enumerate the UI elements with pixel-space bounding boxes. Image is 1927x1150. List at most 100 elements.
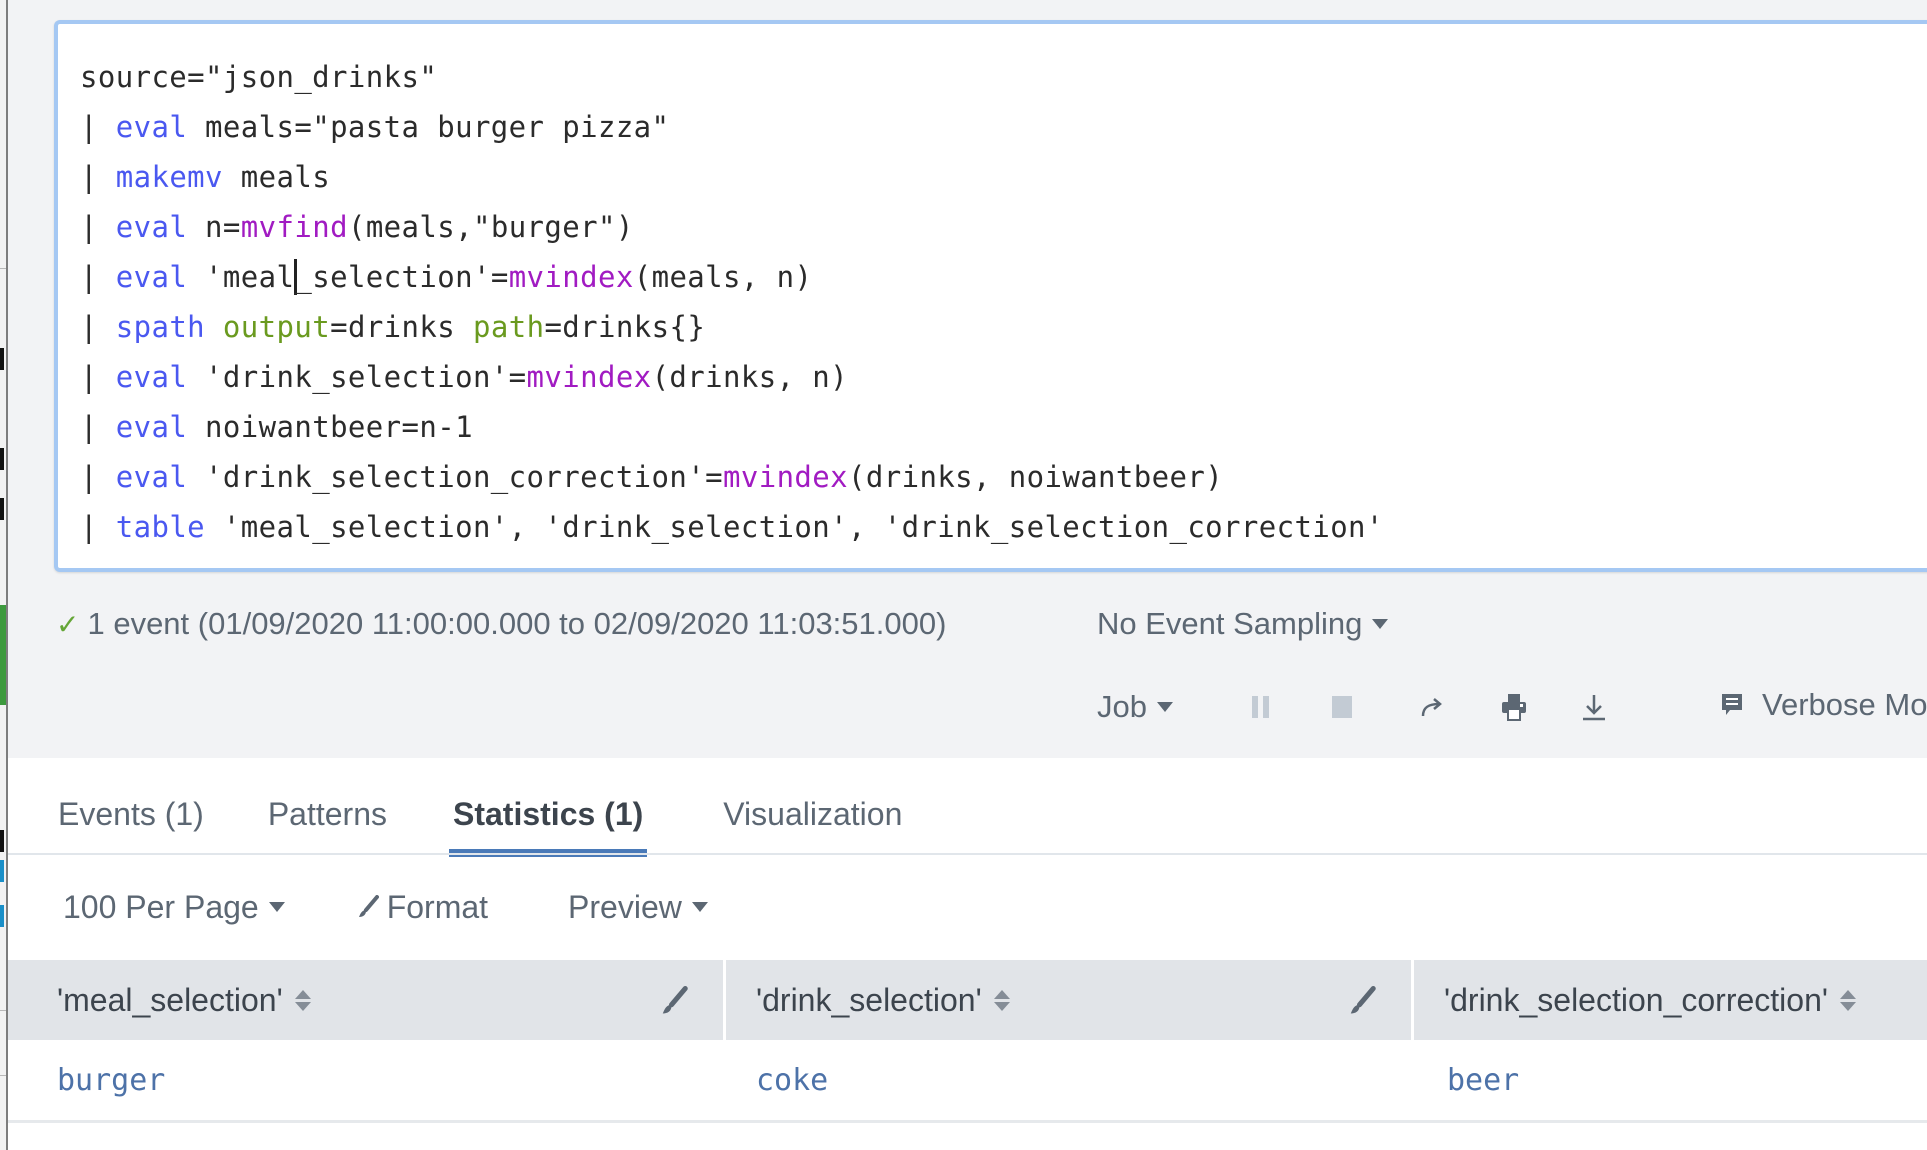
- query-text: [205, 310, 223, 344]
- query-text: |: [80, 510, 116, 544]
- table-cell[interactable]: beer: [1414, 1040, 1927, 1120]
- per-page-label: 100 Per Page: [63, 888, 259, 925]
- event-sampling-label: No Event Sampling: [1097, 606, 1363, 641]
- job-menu-button[interactable]: Job: [1097, 689, 1173, 725]
- query-line[interactable]: | eval 'meal_selection'=mvindex(meals, n…: [80, 252, 1384, 302]
- search-mode-label: Verbose Mode: [1762, 687, 1927, 722]
- tab-label: Events (1): [58, 795, 204, 832]
- query-text: =drinks{}: [544, 310, 706, 344]
- comment-icon: [1722, 694, 1742, 715]
- job-toolbar: Job: [1097, 682, 1173, 732]
- query-text: |: [80, 160, 116, 194]
- pause-button[interactable]: [1240, 684, 1280, 730]
- query-line[interactable]: | eval 'drink_selection_correction'=mvin…: [80, 452, 1384, 502]
- tab-statistics[interactable]: Statistics (1): [448, 775, 648, 857]
- per-page-dropdown[interactable]: 100 Per Page: [63, 889, 285, 926]
- tab-label: Statistics (1): [453, 795, 644, 832]
- cell-value[interactable]: coke: [756, 1063, 828, 1098]
- format-button[interactable]: Format: [357, 889, 488, 926]
- tab-visualization[interactable]: Visualization: [723, 775, 902, 853]
- sort-icon[interactable]: [294, 989, 311, 1011]
- query-command: table: [115, 510, 206, 544]
- export-button[interactable]: [1574, 684, 1614, 730]
- stop-icon: [1332, 696, 1352, 718]
- table-cell[interactable]: coke: [723, 1040, 1414, 1120]
- cell-value[interactable]: burger: [57, 1063, 165, 1098]
- query-text: |: [80, 310, 116, 344]
- cell-value[interactable]: beer: [1447, 1063, 1519, 1098]
- column-header-label: 'drink_selection': [756, 981, 982, 1018]
- preview-dropdown[interactable]: Preview: [568, 889, 708, 926]
- query-line[interactable]: | makemv meals: [80, 152, 1384, 202]
- query-argument: path: [472, 310, 545, 344]
- print-icon: [1502, 694, 1526, 721]
- query-line[interactable]: source="json_drinks": [80, 52, 1384, 102]
- event-sampling-dropdown[interactable]: No Event Sampling: [1097, 600, 1389, 648]
- query-text: noiwantbeer=n-1: [187, 410, 473, 444]
- brush-icon[interactable]: [1347, 986, 1377, 1016]
- query-line[interactable]: | eval 'drink_selection'=mvindex(drinks,…: [80, 352, 1384, 402]
- query-line[interactable]: | spath output=drinks path=drinks{}: [80, 302, 1384, 352]
- query-argument: output: [222, 310, 331, 344]
- query-text: 'meal_selection', 'drink_selection', 'dr…: [205, 510, 1384, 544]
- query-text: n=: [187, 210, 241, 244]
- sort-icon[interactable]: [1839, 989, 1856, 1011]
- column-header-label: 'meal_selection': [57, 981, 283, 1018]
- stop-button[interactable]: [1322, 684, 1362, 730]
- query-command: eval: [115, 260, 188, 294]
- format-label: Format: [386, 888, 489, 925]
- query-command: eval: [115, 360, 188, 394]
- query-function: mvindex: [508, 260, 634, 294]
- query-text: (drinks, noiwantbeer): [848, 460, 1224, 494]
- query-text: |: [80, 360, 116, 394]
- query-command: eval: [115, 410, 188, 444]
- check-icon: ✓: [56, 608, 80, 640]
- query-text: (drinks, n): [651, 360, 849, 394]
- tab-label: Visualization: [723, 795, 903, 832]
- query-text: |: [80, 460, 116, 494]
- share-button[interactable]: [1413, 684, 1453, 730]
- column-header-drink-selection[interactable]: 'drink_selection': [723, 960, 1411, 1040]
- query-text: 'drink_selection'=: [187, 360, 527, 394]
- sort-icon[interactable]: [993, 989, 1010, 1011]
- query-command: eval: [115, 210, 188, 244]
- event-count-and-time-range: 1 event (01/09/2020 11:00:00.000 to 02/0…: [87, 606, 947, 641]
- table-options-bar: 100 Per Page Format Preview: [63, 882, 708, 932]
- query-text: 'drink_selection_correction'=: [187, 460, 723, 494]
- table-header-row: 'meal_selection' 'drink_selection' 'drin…: [8, 960, 1927, 1040]
- query-text: (meals, n): [633, 260, 813, 294]
- query-command: makemv: [115, 160, 223, 194]
- pause-icon: [1251, 696, 1269, 718]
- job-menu-label: Job: [1097, 689, 1147, 724]
- query-text: 'meal: [187, 260, 295, 294]
- column-header-drink-selection-correction[interactable]: 'drink_selection_correction': [1411, 960, 1927, 1040]
- query-text: =drinks: [330, 310, 473, 344]
- query-line[interactable]: | eval meals="pasta burger pizza": [80, 102, 1384, 152]
- print-button[interactable]: [1494, 684, 1534, 730]
- chevron-down-icon: [1372, 619, 1389, 629]
- tab-events[interactable]: Events (1): [58, 775, 204, 853]
- brush-icon[interactable]: [659, 986, 689, 1016]
- query-line[interactable]: | table 'meal_selection', 'drink_selecti…: [80, 502, 1384, 552]
- column-header-meal-selection[interactable]: 'meal_selection': [8, 960, 723, 1040]
- table-cell[interactable]: burger: [8, 1040, 723, 1120]
- query-line[interactable]: | eval noiwantbeer=n-1: [80, 402, 1384, 452]
- chevron-down-icon: [268, 902, 285, 912]
- export-icon: [1583, 695, 1605, 721]
- query-line[interactable]: | eval n=mvfind(meals,"burger"): [80, 202, 1384, 252]
- query-text: |: [80, 260, 116, 294]
- query-function: mvfind: [240, 210, 348, 244]
- results-tabs: Events (1) Patterns Statistics (1) Visua…: [58, 775, 902, 857]
- query-command: eval: [115, 460, 188, 494]
- query-function: mvindex: [722, 460, 849, 494]
- search-mode-dropdown[interactable]: Verbose Mode: [1720, 680, 1927, 730]
- tabs-divider: [8, 853, 1927, 855]
- query-text: meals="pasta burger pizza": [187, 110, 670, 144]
- query-function: mvindex: [526, 360, 652, 394]
- query-text: |: [80, 110, 116, 144]
- search-status: ✓ 1 event (01/09/2020 11:00:00.000 to 02…: [56, 600, 946, 648]
- query-text: |: [80, 210, 116, 244]
- statistics-table: 'meal_selection' 'drink_selection' 'drin…: [8, 960, 1927, 1123]
- search-query-text[interactable]: source="json_drinks" | eval meals="pasta …: [80, 52, 1384, 552]
- tab-patterns[interactable]: Patterns: [268, 775, 387, 853]
